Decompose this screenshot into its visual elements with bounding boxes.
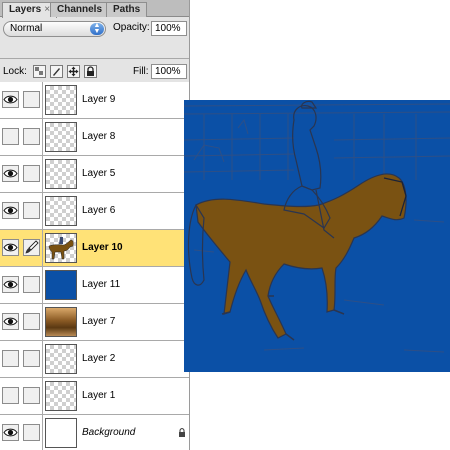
layer-row[interactable]: Layer 9 (0, 82, 189, 119)
visibility-toggle[interactable] (2, 424, 19, 441)
visibility-toggle[interactable] (2, 313, 19, 330)
layer-row[interactable]: Layer 10 (0, 230, 189, 267)
link-toggle[interactable] (23, 424, 40, 441)
fill-label: Fill: (133, 66, 149, 77)
layer-row[interactable]: Layer 1 (0, 378, 189, 415)
link-toggle[interactable] (23, 387, 40, 404)
opacity-input[interactable]: 100% (151, 21, 187, 36)
lock-paint-icon[interactable] (50, 65, 63, 78)
layer-row[interactable]: Layer 8 (0, 119, 189, 156)
layer-thumbnail (45, 196, 77, 226)
eye-icon (3, 206, 18, 215)
layer-row[interactable]: Layer 5 (0, 156, 189, 193)
layer-thumbnail (45, 307, 77, 337)
tab-layers[interactable]: Layers × (2, 2, 58, 18)
divider (42, 341, 43, 378)
layer-row[interactable]: Layer 11 (0, 267, 189, 304)
blend-mode-select[interactable]: Normal ▲ ▼ (3, 21, 106, 37)
divider (42, 156, 43, 193)
layer-name: Layer 11 (82, 279, 121, 290)
visibility-toggle[interactable] (2, 276, 19, 293)
lock-label: Lock: (3, 66, 27, 77)
tab-paths[interactable]: Paths (106, 2, 148, 17)
layer-name: Layer 6 (82, 205, 116, 216)
divider (42, 304, 43, 341)
layer-name: Layer 10 (82, 242, 123, 253)
visibility-toggle[interactable] (2, 239, 19, 256)
lock-transparent-icon[interactable] (33, 65, 46, 78)
link-toggle[interactable] (23, 276, 40, 293)
tab-channels-label: Channels (57, 4, 103, 15)
layer-name: Layer 2 (82, 353, 116, 364)
document-canvas[interactable] (184, 100, 450, 372)
blend-row: Normal ▲ ▼ Opacity: 100% (0, 18, 189, 40)
link-toggle[interactable] (23, 313, 40, 330)
lock-all-icon[interactable] (84, 65, 97, 78)
eye-icon (3, 428, 18, 437)
layer-row[interactable]: Background (0, 415, 189, 450)
link-toggle[interactable] (23, 165, 40, 182)
blend-mode-value: Normal (10, 23, 43, 34)
opacity-value: 100% (155, 23, 181, 34)
visibility-toggle[interactable] (2, 128, 19, 145)
layer-name: Layer 9 (82, 94, 116, 105)
divider (42, 82, 43, 119)
tab-channels[interactable]: Channels (50, 2, 110, 17)
lock-move-icon[interactable] (67, 65, 80, 78)
divider (42, 230, 43, 267)
visibility-toggle[interactable] (2, 165, 19, 182)
visibility-toggle[interactable] (2, 387, 19, 404)
link-toggle[interactable] (23, 350, 40, 367)
divider (42, 119, 43, 156)
layer-thumbnail (45, 122, 77, 152)
link-toggle[interactable] (23, 239, 40, 256)
fill-value: 100% (155, 66, 181, 77)
layer-thumbnail (45, 270, 77, 300)
visibility-toggle[interactable] (2, 350, 19, 367)
brush-icon (25, 240, 39, 254)
divider (42, 267, 43, 304)
lock-icon (178, 428, 186, 437)
link-toggle[interactable] (23, 202, 40, 219)
eye-icon (3, 243, 18, 252)
eye-icon (3, 95, 18, 104)
layer-row[interactable]: Layer 6 (0, 193, 189, 230)
tab-paths-label: Paths (113, 4, 141, 15)
layer-name: Layer 8 (82, 131, 116, 142)
visibility-toggle[interactable] (2, 91, 19, 108)
layer-thumbnail (45, 344, 77, 374)
layer-thumbnail (45, 418, 77, 448)
opacity-label: Opacity: (113, 22, 150, 33)
dropdown-arrow-icon: ▲ ▼ (90, 22, 104, 35)
layer-thumbnail (45, 233, 77, 263)
layer-name: Layer 1 (82, 390, 116, 401)
panel-tab-bar: Layers × Channels Paths (0, 0, 189, 18)
visibility-toggle[interactable] (2, 202, 19, 219)
divider (0, 58, 189, 59)
eye-icon (3, 317, 18, 326)
layer-name: Background (82, 427, 136, 438)
eye-icon (3, 280, 18, 289)
layer-row[interactable]: Layer 2 (0, 341, 189, 378)
layer-thumbnail (45, 381, 77, 411)
layer-thumbnail (45, 159, 77, 189)
layer-thumbnail (45, 85, 77, 115)
fill-input[interactable]: 100% (151, 64, 187, 79)
eye-icon (3, 169, 18, 178)
layer-name: Layer 7 (82, 316, 116, 327)
lock-row: Lock: Fill: 100% (0, 62, 189, 82)
tab-layers-label: Layers (9, 4, 42, 15)
link-toggle[interactable] (23, 128, 40, 145)
artwork-horse-rider (184, 100, 450, 372)
divider (42, 193, 43, 230)
layers-panel: Layers × Channels Paths Normal ▲ ▼ Opacity… (0, 0, 190, 450)
layer-name: Layer 5 (82, 168, 116, 179)
layer-row[interactable]: Layer 7 (0, 304, 189, 341)
divider (42, 415, 43, 450)
divider (42, 378, 43, 415)
link-toggle[interactable] (23, 91, 40, 108)
